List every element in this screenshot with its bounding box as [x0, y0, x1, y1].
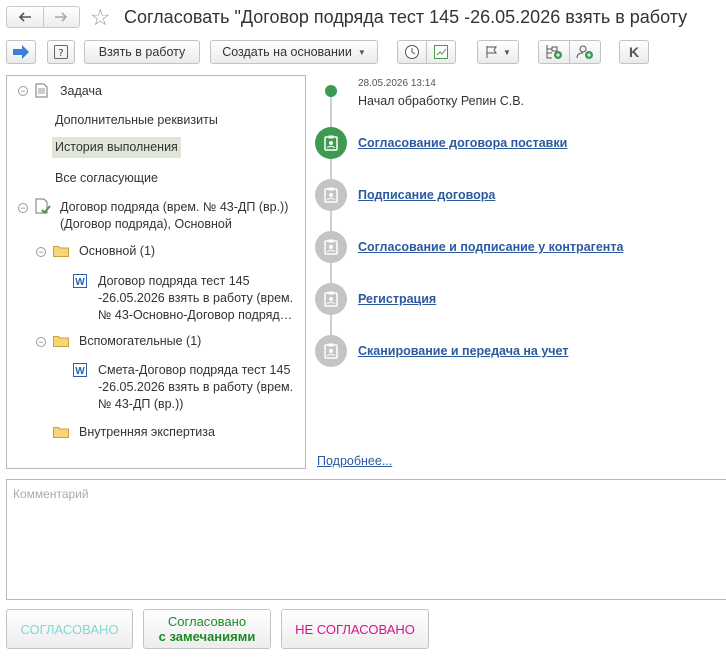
collapse-aux-folder-icon[interactable]: − — [36, 337, 46, 347]
task-tree: − Задача Дополнительные реквизиты Истори… — [6, 75, 306, 469]
tree-item-history[interactable]: История выполнения — [52, 137, 181, 158]
word-file-icon: W — [73, 363, 87, 377]
approved-with-remarks-button[interactable]: Согласовано с замечаниями — [143, 609, 271, 649]
tree-item-expert-folder[interactable]: Внутренняя экспертиза — [79, 424, 215, 441]
forward-button[interactable] — [42, 7, 80, 27]
document-icon — [35, 83, 48, 98]
word-file-icon: W — [73, 274, 87, 288]
dropdown-arrow-icon: ▼ — [357, 47, 366, 57]
timeline-start-text: Начал обработку Репин С.В. — [358, 94, 525, 108]
step-link-1[interactable]: Согласование договора поставки — [358, 136, 567, 150]
user-add-icon — [576, 45, 593, 59]
k-button[interactable]: K — [619, 40, 649, 64]
badge-icon — [324, 135, 338, 151]
approved-remarks-line1: Согласовано — [167, 614, 247, 629]
nav-group — [6, 6, 80, 28]
step-icon — [315, 231, 347, 263]
timeline-start-dot — [325, 85, 337, 97]
arrow-right-icon — [55, 12, 68, 22]
flag-dropdown-icon: ▼ — [503, 47, 511, 57]
step-link-5[interactable]: Сканирование и передача на учет — [358, 344, 568, 358]
step-icon — [315, 283, 347, 315]
svg-text:W: W — [75, 366, 85, 377]
badge-icon — [324, 291, 338, 307]
badge-icon — [324, 343, 338, 359]
window-title: Согласовать "Договор подряда тест 145 -2… — [124, 7, 688, 27]
help-button[interactable]: ? — [47, 40, 75, 64]
flag-icon — [486, 46, 497, 58]
tree-item-main-folder[interactable]: Основной (1) — [79, 243, 155, 260]
timeline-start-date: 28.05.2026 13:14 — [358, 78, 436, 89]
create-based-on-label: Создать на основании — [222, 45, 352, 59]
tree-item-aux-doc-line3: № 43-ДП (вр.)) — [98, 397, 184, 411]
step-icon — [315, 335, 347, 367]
badge-icon — [324, 239, 338, 255]
execute-button[interactable] — [6, 40, 36, 64]
step-link-2[interactable]: Подписание договора — [358, 188, 495, 202]
not-approved-button[interactable]: НЕ СОГЛАСОВАНО — [281, 609, 429, 649]
tree-item-contract-line2: (Договор подряда), Основной — [60, 217, 232, 231]
tree-item-task[interactable]: Задача — [60, 83, 102, 100]
back-button[interactable] — [7, 7, 43, 27]
svg-text:?: ? — [58, 48, 63, 59]
more-link[interactable]: Подробнее... — [317, 454, 392, 468]
tree-item-aux-folder[interactable]: Вспомогательные (1) — [79, 333, 201, 350]
folder-icon — [53, 427, 69, 438]
tree-item-main-doc-line2: -26.05.2026 взять в работу (врем. — [98, 291, 294, 305]
document-check-icon — [35, 198, 51, 214]
step-link-4[interactable]: Регистрация — [358, 292, 436, 306]
tree-item-main-doc-line3: № 43-Основно-Договор подряд… — [98, 308, 293, 322]
tree-item-main-doc-line1[interactable]: Договор подряда тест 145 — [98, 273, 250, 290]
tree-add-icon — [546, 45, 562, 59]
clock-button[interactable] — [397, 40, 427, 64]
clock-icon — [405, 45, 419, 59]
tree-item-additional[interactable]: Дополнительные реквизиты — [55, 112, 218, 129]
create-based-on-button[interactable]: Создать на основании ▼ — [210, 40, 378, 64]
step-icon-active — [315, 127, 347, 159]
folder-icon — [53, 336, 69, 347]
toolbar: ? Взять в работу Создать на основании ▼ … — [0, 38, 726, 66]
svg-text:W: W — [75, 277, 85, 288]
comment-field[interactable]: Комментарий — [6, 479, 726, 600]
step-icon — [315, 179, 347, 211]
approved-with-remarks-label: Согласовано с замечаниями — [159, 614, 256, 644]
flag-button[interactable]: ▼ — [477, 40, 519, 64]
arrow-right-blue-icon — [13, 45, 29, 59]
approved-button[interactable]: СОГЛАСОВАНО — [6, 609, 133, 649]
tree-item-approvers[interactable]: Все согласующие — [55, 170, 158, 187]
question-icon: ? — [54, 45, 68, 59]
folder-icon — [53, 246, 69, 257]
take-to-work-button[interactable]: Взять в работу — [84, 40, 200, 64]
report-icon — [434, 45, 448, 59]
collapse-task-icon[interactable]: − — [18, 86, 28, 96]
collapse-main-folder-icon[interactable]: − — [36, 247, 46, 257]
title-bar: ☆ Согласовать "Договор подряда тест 145 … — [0, 0, 726, 36]
badge-icon — [324, 187, 338, 203]
user-add-button[interactable] — [569, 40, 601, 64]
report-button[interactable] — [426, 40, 456, 64]
arrow-left-icon — [18, 12, 31, 22]
approved-remarks-line2: с замечаниями — [158, 629, 256, 644]
tree-item-aux-doc-line1[interactable]: Смета-Договор подряда тест 145 — [98, 362, 290, 379]
step-link-3[interactable]: Согласование и подписание у контрагента — [358, 240, 623, 254]
tree-add-button[interactable] — [538, 40, 570, 64]
star-icon[interactable]: ☆ — [90, 4, 111, 30]
tree-item-aux-doc-line2: -26.05.2026 взять в работу (врем. — [98, 380, 294, 394]
tree-item-contract-line1[interactable]: Договор подряда (врем. № 43-ДП (вр.)) — [60, 199, 288, 216]
collapse-contract-icon[interactable]: − — [18, 203, 28, 213]
